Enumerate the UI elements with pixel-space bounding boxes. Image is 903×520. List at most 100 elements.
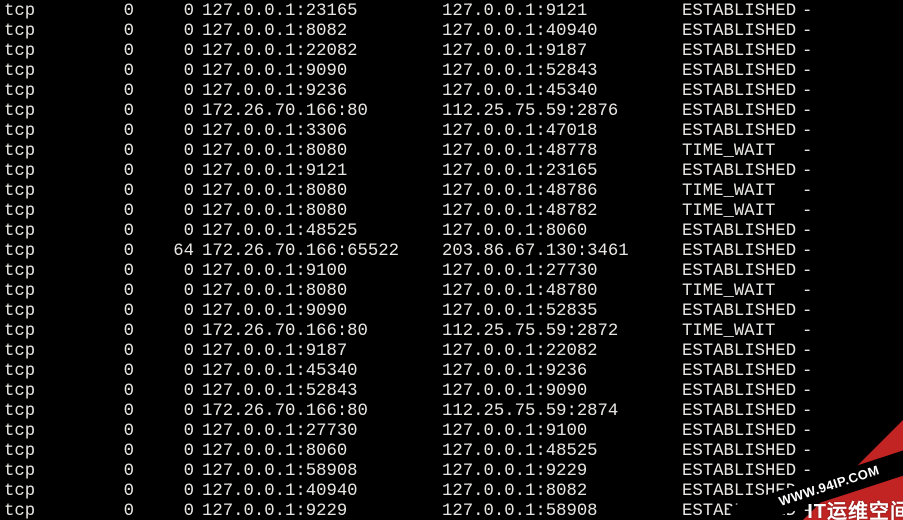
netstat-recvq: 0 <box>94 342 134 362</box>
netstat-local: 127.0.0.1:9100 <box>202 262 442 282</box>
netstat-local: 127.0.0.1:9229 <box>202 502 442 520</box>
netstat-state: ESTABLISHED <box>682 242 802 262</box>
netstat-state: ESTABLISHED <box>682 502 802 520</box>
netstat-local: 127.0.0.1:8080 <box>202 142 442 162</box>
netstat-state: ESTABLISHED <box>682 2 802 22</box>
netstat-extra: - <box>802 262 812 282</box>
netstat-foreign: 127.0.0.1:9090 <box>442 382 682 402</box>
netstat-proto: tcp <box>4 62 94 82</box>
netstat-proto: tcp <box>4 222 94 242</box>
netstat-sendq: 64 <box>134 242 194 262</box>
netstat-state: ESTABLISHED <box>682 122 802 142</box>
netstat-local: 127.0.0.1:27730 <box>202 422 442 442</box>
netstat-recvq: 0 <box>94 502 134 520</box>
netstat-local: 127.0.0.1:9121 <box>202 162 442 182</box>
netstat-foreign: 112.25.75.59:2872 <box>442 322 682 342</box>
netstat-extra: - <box>802 142 812 162</box>
netstat-recvq: 0 <box>94 182 134 202</box>
netstat-state: ESTABLISHED <box>682 342 802 362</box>
netstat-sendq: 0 <box>134 182 194 202</box>
netstat-row: tcp00 172.26.70.166:80112.25.75.59:2872T… <box>4 322 901 342</box>
netstat-row: tcp00 127.0.0.1:9100127.0.0.1:27730ESTAB… <box>4 262 901 282</box>
netstat-sendq: 0 <box>134 22 194 42</box>
netstat-sendq: 0 <box>134 442 194 462</box>
netstat-extra: - <box>802 42 812 62</box>
netstat-foreign: 127.0.0.1:52835 <box>442 302 682 322</box>
netstat-sendq: 0 <box>134 222 194 242</box>
netstat-extra: - <box>802 362 812 382</box>
netstat-recvq: 0 <box>94 82 134 102</box>
netstat-local: 127.0.0.1:8080 <box>202 202 442 222</box>
netstat-state: TIME_WAIT <box>682 142 802 162</box>
netstat-row: tcp00 127.0.0.1:9090127.0.0.1:52843ESTAB… <box>4 62 901 82</box>
netstat-local: 172.26.70.166:80 <box>202 402 442 422</box>
netstat-recvq: 0 <box>94 402 134 422</box>
netstat-state: ESTABLISHED <box>682 302 802 322</box>
netstat-recvq: 0 <box>94 162 134 182</box>
netstat-state: ESTABLISHED <box>682 442 802 462</box>
netstat-extra: - <box>802 242 812 262</box>
netstat-recvq: 0 <box>94 242 134 262</box>
netstat-recvq: 0 <box>94 422 134 442</box>
netstat-sendq: 0 <box>134 382 194 402</box>
netstat-local: 127.0.0.1:8080 <box>202 182 442 202</box>
netstat-extra: - <box>802 442 812 462</box>
netstat-foreign: 127.0.0.1:48525 <box>442 442 682 462</box>
netstat-extra: - <box>802 482 812 502</box>
netstat-recvq: 0 <box>94 42 134 62</box>
netstat-local: 127.0.0.1:3306 <box>202 122 442 142</box>
netstat-sendq: 0 <box>134 482 194 502</box>
netstat-recvq: 0 <box>94 102 134 122</box>
netstat-proto: tcp <box>4 462 94 482</box>
netstat-proto: tcp <box>4 162 94 182</box>
netstat-extra: - <box>802 342 812 362</box>
netstat-row: tcp00 127.0.0.1:8080127.0.0.1:48778TIME_… <box>4 142 901 162</box>
netstat-proto: tcp <box>4 362 94 382</box>
netstat-sendq: 0 <box>134 62 194 82</box>
netstat-local: 127.0.0.1:9187 <box>202 342 442 362</box>
netstat-state: TIME_WAIT <box>682 202 802 222</box>
netstat-sendq: 0 <box>134 262 194 282</box>
netstat-foreign: 127.0.0.1:9100 <box>442 422 682 442</box>
netstat-sendq: 0 <box>134 362 194 382</box>
netstat-extra: - <box>802 382 812 402</box>
netstat-state: ESTABLISHED <box>682 222 802 242</box>
netstat-extra: - <box>802 102 812 122</box>
netstat-foreign: 127.0.0.1:9229 <box>442 462 682 482</box>
netstat-sendq: 0 <box>134 2 194 22</box>
netstat-row: tcp00 127.0.0.1:9229127.0.0.1:58908ESTAB… <box>4 502 901 520</box>
netstat-foreign: 127.0.0.1:9187 <box>442 42 682 62</box>
netstat-state: ESTABLISHED <box>682 102 802 122</box>
netstat-extra: - <box>802 502 812 520</box>
netstat-foreign: 127.0.0.1:8082 <box>442 482 682 502</box>
netstat-proto: tcp <box>4 302 94 322</box>
netstat-local: 127.0.0.1:8082 <box>202 22 442 42</box>
netstat-sendq: 0 <box>134 302 194 322</box>
netstat-row: tcp00 127.0.0.1:3306127.0.0.1:47018ESTAB… <box>4 122 901 142</box>
netstat-sendq: 0 <box>134 202 194 222</box>
netstat-row: tcp00 127.0.0.1:9187127.0.0.1:22082ESTAB… <box>4 342 901 362</box>
netstat-row: tcp00 127.0.0.1:27730127.0.0.1:9100ESTAB… <box>4 422 901 442</box>
netstat-extra: - <box>802 202 812 222</box>
netstat-extra: - <box>802 62 812 82</box>
netstat-sendq: 0 <box>134 102 194 122</box>
netstat-extra: - <box>802 22 812 42</box>
netstat-proto: tcp <box>4 122 94 142</box>
netstat-recvq: 0 <box>94 22 134 42</box>
netstat-local: 127.0.0.1:45340 <box>202 362 442 382</box>
netstat-recvq: 0 <box>94 362 134 382</box>
netstat-recvq: 0 <box>94 442 134 462</box>
netstat-foreign: 127.0.0.1:45340 <box>442 82 682 102</box>
netstat-extra: - <box>802 322 812 342</box>
netstat-recvq: 0 <box>94 2 134 22</box>
netstat-state: ESTABLISHED <box>682 362 802 382</box>
netstat-foreign: 127.0.0.1:9121 <box>442 2 682 22</box>
netstat-local: 127.0.0.1:40940 <box>202 482 442 502</box>
netstat-local: 127.0.0.1:9090 <box>202 62 442 82</box>
netstat-sendq: 0 <box>134 82 194 102</box>
netstat-state: ESTABLISHED <box>682 162 802 182</box>
netstat-sendq: 0 <box>134 422 194 442</box>
netstat-extra: - <box>802 82 812 102</box>
netstat-local: 127.0.0.1:52843 <box>202 382 442 402</box>
terminal-output: tcp00 127.0.0.1:23165127.0.0.1:9121ESTAB… <box>0 0 903 520</box>
